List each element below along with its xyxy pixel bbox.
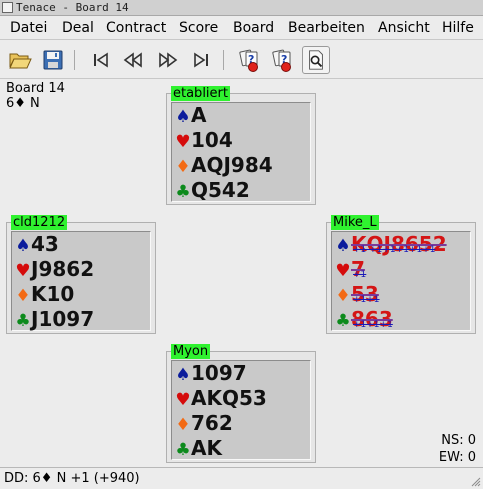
north-spades-row[interactable]: ♠A (175, 103, 206, 128)
south-hearts-row[interactable]: ♥AKQ53 (175, 386, 267, 411)
west-spades-row[interactable]: ♠43 (15, 232, 59, 257)
south-clubs: AK (191, 436, 222, 460)
club-icon: ♣ (15, 311, 31, 331)
window-title: Tenace - Board 14 (16, 1, 129, 14)
resize-grip-icon[interactable] (471, 477, 481, 487)
south-diamonds: 762 (191, 411, 233, 435)
menubar: Datei Deal Contract Score Board Bearbeit… (0, 16, 483, 40)
folder-open-icon (9, 53, 32, 69)
menu-score[interactable]: Score (179, 19, 218, 37)
west-clubs: J1097 (31, 307, 95, 331)
toolbar-separator (223, 50, 224, 70)
fast-forward-icon (159, 52, 178, 68)
east-spades-marks: +1 +1+1+1+1+1 (353, 245, 436, 255)
north-clubs-row[interactable]: ♣Q542 (175, 178, 250, 203)
rewind-icon (123, 52, 142, 68)
diamond-icon: ♦ (335, 286, 351, 306)
spade-icon: ♠ (175, 107, 191, 127)
north-spades: A (191, 103, 207, 127)
question-cards-icon: ? (239, 49, 258, 72)
menu-deal[interactable]: Deal (62, 19, 94, 37)
last-board-button[interactable] (188, 46, 216, 74)
floppy-save-icon (43, 50, 63, 70)
player-name-east: Mike_L (331, 215, 379, 230)
west-hearts-row[interactable]: ♥J9862 (15, 257, 94, 282)
hand-north: ♠A ♥104 ♦AQJ984 ♣Q542 etabliert (166, 86, 316, 205)
spade-icon: ♠ (175, 365, 191, 385)
hand-east: ♠KQJ8652 +1 +1+1+1+1+1 ♥7 +1 ♦53 +1+1 ♣8… (326, 215, 476, 334)
contract-info: 6♦ N (6, 96, 40, 111)
score-ew: EW: 0 (438, 450, 476, 465)
club-icon: ♣ (175, 182, 191, 202)
hand-south-cards: ♠1097 ♥AKQ53 ♦762 ♣AK (171, 360, 311, 460)
hand-south: ♠1097 ♥AKQ53 ♦762 ♣AK Myon (166, 344, 316, 463)
west-spades: 43 (31, 232, 59, 256)
player-name-south: Myon (171, 344, 211, 359)
skip-first-icon (94, 52, 108, 68)
status-text: DD: 6♦ N +1 (+940) (4, 471, 140, 486)
auto-play-button[interactable]: ? (268, 46, 296, 74)
menu-board[interactable]: Board (233, 19, 274, 37)
south-clubs-row[interactable]: ♣AK (175, 436, 222, 461)
menu-hilfe[interactable]: Hilfe (442, 19, 474, 37)
menu-datei[interactable]: Datei (10, 19, 47, 37)
north-hearts-row[interactable]: ♥104 (175, 128, 233, 153)
hand-north-cards: ♠A ♥104 ♦AQJ984 ♣Q542 (171, 102, 311, 202)
east-clubs-marks: +1+1+1 (353, 320, 393, 330)
statusbar: DD: 6♦ N +1 (+940) (0, 467, 483, 489)
club-icon: ♣ (175, 440, 191, 460)
save-button[interactable] (39, 46, 67, 74)
south-spades: 1097 (191, 361, 247, 385)
heart-icon: ♥ (335, 261, 351, 281)
south-spades-row[interactable]: ♠1097 (175, 361, 247, 386)
diamond-icon: ♦ (175, 157, 191, 177)
diamond-icon: ♦ (15, 286, 31, 306)
toolbar: ? ? (0, 41, 483, 79)
skip-last-icon (194, 52, 208, 68)
score-ns: NS: 0 (441, 433, 476, 448)
heart-icon: ♥ (15, 261, 31, 281)
hand-east-cards: ♠KQJ8652 +1 +1+1+1+1+1 ♥7 +1 ♦53 +1+1 ♣8… (331, 231, 471, 331)
app-icon (2, 2, 13, 13)
open-button[interactable] (6, 46, 34, 74)
window-titlebar[interactable]: Tenace - Board 14 (0, 0, 483, 16)
spade-icon: ♠ (335, 236, 351, 256)
hand-west: ♠43 ♥J9862 ♦K10 ♣J1097 cld1212 (6, 215, 156, 334)
club-icon: ♣ (335, 311, 351, 331)
first-board-button[interactable] (86, 46, 114, 74)
north-hearts: 104 (191, 128, 233, 152)
east-diamonds-row[interactable]: ♦53 +1+1 (335, 282, 379, 307)
west-clubs-row[interactable]: ♣J1097 (15, 307, 94, 332)
next-board-button[interactable] (154, 46, 182, 74)
east-hearts-row[interactable]: ♥7 +1 (335, 257, 366, 282)
toolbar-separator (74, 50, 75, 70)
menu-ansicht[interactable]: Ansicht (378, 19, 430, 37)
north-diamonds: AQJ984 (191, 153, 273, 177)
hand-west-cards: ♠43 ♥J9862 ♦K10 ♣J1097 (11, 231, 151, 331)
spade-icon: ♠ (15, 236, 31, 256)
south-diamonds-row[interactable]: ♦762 (175, 411, 233, 436)
player-name-west: cld1212 (11, 215, 68, 230)
west-hearts: J9862 (31, 257, 95, 281)
hint-button[interactable]: ? (235, 46, 263, 74)
player-name-north: etabliert (171, 86, 230, 101)
east-spades-row[interactable]: ♠KQJ8652 +1 +1+1+1+1+1 (335, 232, 446, 257)
heart-icon: ♥ (175, 390, 191, 410)
east-clubs-row[interactable]: ♣863 +1+1+1 (335, 307, 392, 332)
south-hearts: AKQ53 (191, 386, 267, 410)
north-clubs: Q542 (191, 178, 250, 202)
question-cards-alt-icon: ? (272, 49, 291, 72)
preview-button[interactable] (302, 46, 330, 74)
previous-board-button[interactable] (119, 46, 147, 74)
menu-contract[interactable]: Contract (106, 19, 166, 37)
board-number: Board 14 (6, 81, 65, 96)
west-diamonds: K10 (31, 282, 75, 306)
west-diamonds-row[interactable]: ♦K10 (15, 282, 74, 307)
north-diamonds-row[interactable]: ♦AQJ984 (175, 153, 273, 178)
heart-icon: ♥ (175, 132, 191, 152)
magnifier-document-icon (309, 50, 323, 70)
menu-bearbeiten[interactable]: Bearbeiten (288, 19, 365, 37)
diamond-icon: ♦ (175, 415, 191, 435)
